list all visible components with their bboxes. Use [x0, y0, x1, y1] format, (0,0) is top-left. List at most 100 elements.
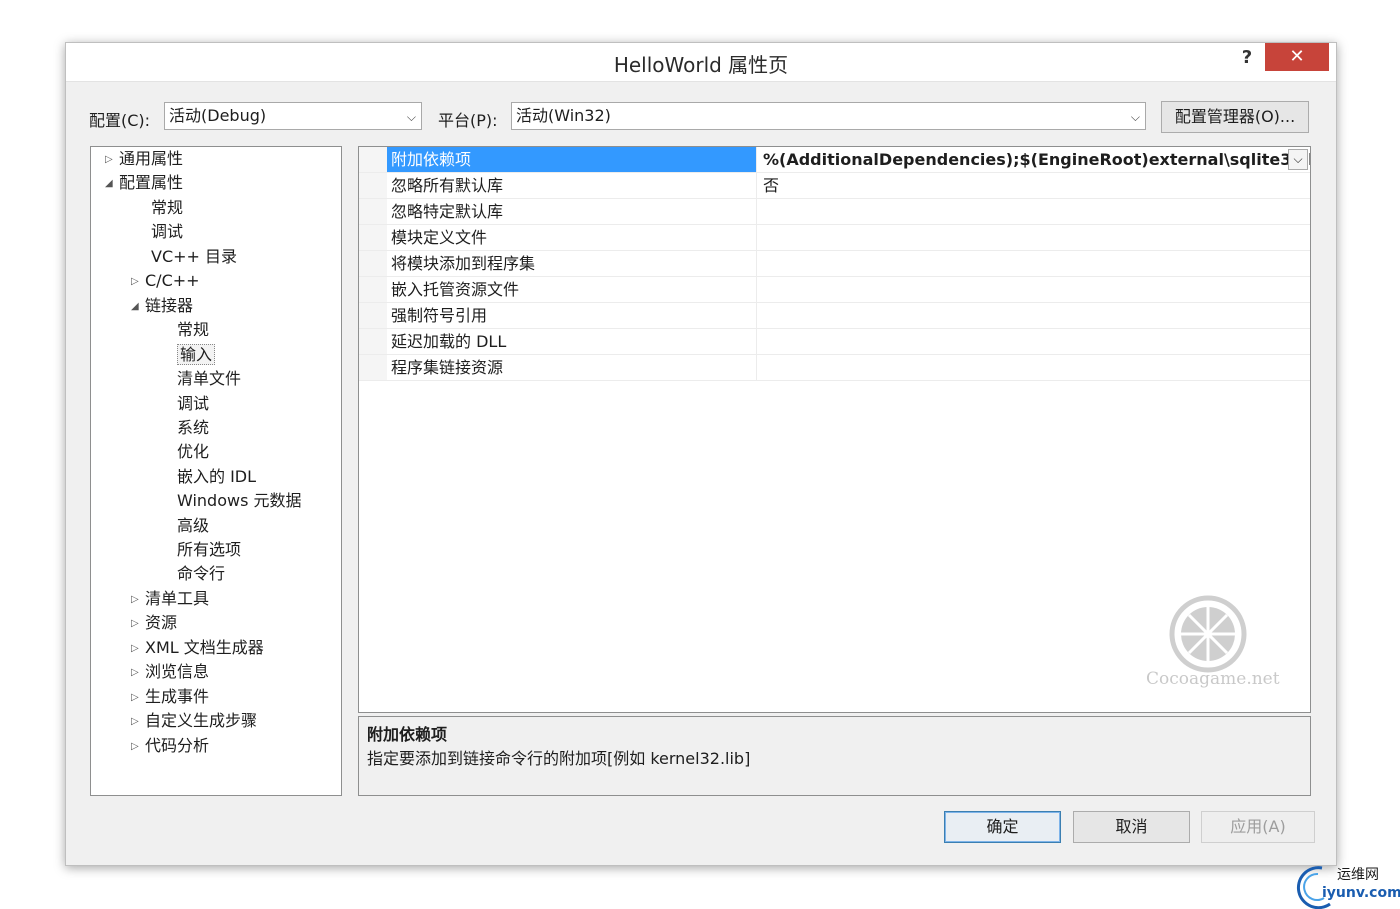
property-value[interactable] — [757, 225, 1310, 250]
tree-item[interactable]: Windows 元数据 — [163, 489, 302, 513]
tree-item-label: 浏览信息 — [145, 662, 210, 681]
tree-item-label: 高级 — [177, 516, 210, 535]
tree-item[interactable]: ▷ 自定义生成步骤 — [131, 709, 257, 733]
expand-icon[interactable]: ▷ — [131, 270, 145, 294]
tree-item-label: 通用属性 — [119, 149, 184, 168]
tree-item[interactable]: ▷ 代码分析 — [131, 734, 209, 758]
tree-item-label: 系统 — [177, 418, 210, 437]
tree-item-label: Windows 元数据 — [177, 491, 302, 510]
expand-icon[interactable]: ▷ — [131, 612, 145, 636]
property-value[interactable] — [757, 355, 1310, 380]
tree-item-label: 常规 — [151, 198, 184, 217]
tree-item-label: 链接器 — [145, 296, 194, 315]
tree-item-label: 资源 — [145, 613, 178, 632]
config-manager-button[interactable]: 配置管理器(O)... — [1161, 101, 1309, 133]
property-value[interactable] — [757, 277, 1310, 302]
site-watermark-name: 运维网 — [1337, 867, 1379, 883]
tree-item[interactable]: ▷ 浏览信息 — [131, 660, 209, 684]
property-row[interactable]: 附加依赖项 %(AdditionalDependencies);$(Engine… — [359, 147, 1310, 173]
apply-button[interactable]: 应用(A) — [1201, 811, 1315, 843]
property-row[interactable]: 延迟加载的 DLL — [359, 329, 1310, 355]
property-name[interactable]: 模块定义文件 — [387, 225, 757, 250]
tree-item[interactable]: 调试 — [163, 392, 209, 416]
site-watermark-domain: iyunv.com — [1322, 885, 1400, 901]
property-row[interactable]: 模块定义文件 — [359, 225, 1310, 251]
property-name[interactable]: 强制符号引用 — [387, 303, 757, 328]
expand-icon[interactable]: ▷ — [131, 710, 145, 734]
property-name[interactable]: 忽略所有默认库 — [387, 173, 757, 198]
config-dropdown[interactable]: 活动(Debug) ⌵ — [164, 102, 422, 130]
property-value[interactable] — [757, 251, 1310, 276]
tree-item-label: 调试 — [177, 394, 210, 413]
property-name[interactable]: 延迟加载的 DLL — [387, 329, 757, 354]
property-row[interactable]: 嵌入托管资源文件 — [359, 277, 1310, 303]
ok-button[interactable]: 确定 — [944, 811, 1061, 843]
help-button[interactable]: ? — [1236, 45, 1258, 71]
property-row[interactable]: 忽略所有默认库 否 — [359, 173, 1310, 199]
property-value[interactable]: %(AdditionalDependencies);$(EngineRoot)e… — [757, 147, 1310, 172]
property-name[interactable]: 嵌入托管资源文件 — [387, 277, 757, 302]
property-value[interactable] — [757, 329, 1310, 354]
platform-label: 平台(P): — [438, 111, 498, 130]
tree-item[interactable]: ▷ 资源 — [131, 611, 177, 635]
tree-item-label: 清单文件 — [177, 369, 242, 388]
tree-item-label: C/C++ — [145, 271, 200, 290]
tree-item[interactable]: ◢ 配置属性 — [105, 171, 183, 195]
tree-item[interactable]: 调试 — [137, 220, 183, 244]
tree-item-label: 自定义生成步骤 — [145, 711, 258, 730]
tree-item[interactable]: VC++ 目录 — [137, 245, 237, 269]
property-value[interactable] — [757, 199, 1310, 224]
tree-item[interactable]: ◢ 链接器 — [131, 294, 193, 318]
platform-dropdown[interactable]: 活动(Win32) ⌵ — [511, 102, 1146, 130]
expand-icon[interactable]: ▷ — [131, 661, 145, 685]
tree-item[interactable]: 优化 — [163, 440, 209, 464]
tree-item[interactable]: 嵌入的 IDL — [163, 465, 256, 489]
window-title: HelloWorld 属性页 — [613, 53, 789, 77]
description-title: 附加依赖项 — [367, 725, 448, 744]
platform-value: 活动(Win32) — [516, 106, 611, 125]
tree-item-label: 生成事件 — [145, 687, 210, 706]
tree-item-label: 优化 — [177, 442, 210, 461]
tree-item[interactable]: ▷ 生成事件 — [131, 685, 209, 709]
expand-icon[interactable]: ▷ — [131, 588, 145, 612]
tree-item-label: 常规 — [177, 320, 210, 339]
property-row[interactable]: 强制符号引用 — [359, 303, 1310, 329]
close-button[interactable]: ✕ — [1265, 43, 1329, 71]
property-row[interactable]: 程序集链接资源 — [359, 355, 1310, 381]
tree-item[interactable]: 常规 — [137, 196, 183, 220]
tree-item[interactable]: ▷ C/C++ — [131, 269, 200, 293]
tree-item[interactable]: ▷ XML 文档生成器 — [131, 636, 264, 660]
tree-item[interactable]: ▷ 清单工具 — [131, 587, 209, 611]
title-bar[interactable]: HelloWorld 属性页 ? ✕ — [66, 43, 1336, 82]
property-name[interactable]: 附加依赖项 — [387, 147, 757, 172]
property-value[interactable]: 否 — [757, 173, 1310, 198]
expand-icon[interactable]: ▷ — [131, 637, 145, 661]
tree-item[interactable]: 命令行 — [163, 562, 225, 586]
collapse-icon[interactable]: ◢ — [105, 172, 119, 196]
tree-item-label: 命令行 — [177, 564, 226, 583]
tree-item-label: 调试 — [151, 222, 184, 241]
expand-icon[interactable]: ▷ — [105, 148, 119, 172]
property-tree[interactable]: ▷ 通用属性 ◢ 配置属性 常规 调试 VC++ 目录 ▷ C/C++ ◢ 链接器 常规… — [90, 146, 342, 796]
property-name[interactable]: 忽略特定默认库 — [387, 199, 757, 224]
chevron-down-icon[interactable]: ⌵ — [1288, 149, 1308, 170]
property-row[interactable]: 将模块添加到程序集 — [359, 251, 1310, 277]
description-text: 指定要添加到链接命令行的附加项[例如 kernel32.lib] — [367, 749, 751, 768]
tree-item[interactable]: 清单文件 — [163, 367, 241, 391]
expand-icon[interactable]: ▷ — [131, 686, 145, 710]
property-value[interactable] — [757, 303, 1310, 328]
tree-item[interactable]: 常规 — [163, 318, 209, 342]
property-row[interactable]: 忽略特定默认库 — [359, 199, 1310, 225]
tree-item-label: 输入 — [177, 344, 216, 365]
property-name[interactable]: 将模块添加到程序集 — [387, 251, 757, 276]
property-name[interactable]: 程序集链接资源 — [387, 355, 757, 380]
cancel-button[interactable]: 取消 — [1073, 811, 1190, 843]
tree-item[interactable]: 高级 — [163, 514, 209, 538]
tree-item[interactable]: ▷ 通用属性 — [105, 147, 183, 171]
tree-item[interactable]: 系统 — [163, 416, 209, 440]
collapse-icon[interactable]: ◢ — [131, 295, 145, 319]
tree-item-selected[interactable]: 输入 — [163, 343, 216, 367]
expand-icon[interactable]: ▷ — [131, 735, 145, 759]
tree-item[interactable]: 所有选项 — [163, 538, 241, 562]
tree-item-label: XML 文档生成器 — [145, 638, 264, 657]
